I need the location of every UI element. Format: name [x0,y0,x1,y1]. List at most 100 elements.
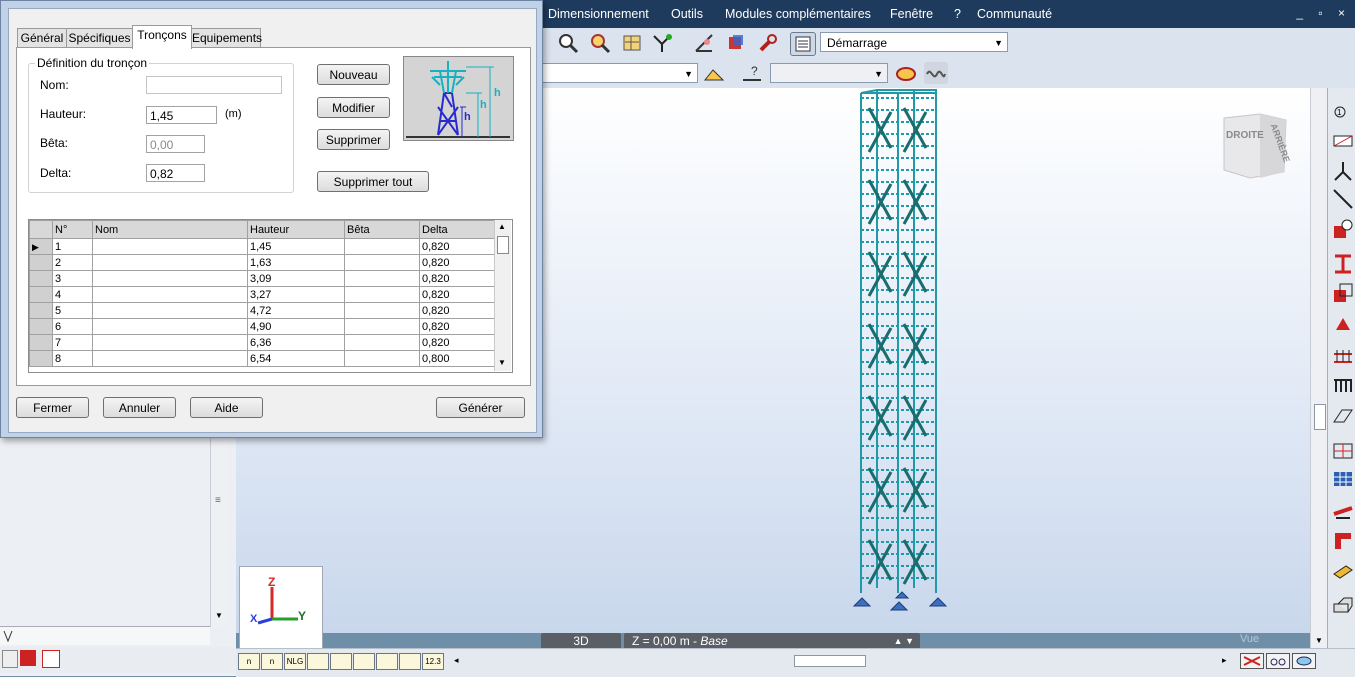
section-red-icon[interactable] [20,650,36,666]
grid-cell[interactable]: 1 [52,238,93,255]
grid-cell[interactable] [92,286,248,303]
properties-icon[interactable] [42,650,60,668]
grid-cell[interactable] [344,302,420,319]
supprimer-tout-button[interactable]: Supprimer tout [317,171,429,192]
layout-list-icon[interactable] [790,32,816,56]
display-bars-icon[interactable]: n [261,653,283,670]
cube-color-icon[interactable] [724,32,748,54]
wrench-icon[interactable] [756,32,780,54]
annuler-button[interactable]: Annuler [103,397,176,418]
layout-combo[interactable]: Démarrage ▼ [820,32,1008,52]
view-cube[interactable]: DROITE ARRIÈRE [1220,110,1292,180]
load-bars-icon[interactable] [1332,346,1354,368]
view-eye-icon[interactable] [1292,653,1316,669]
beta-field[interactable]: 0,00 [146,135,205,153]
grid-cell[interactable] [92,334,248,351]
grid-cell[interactable]: 6 [52,318,93,335]
display-nlg-icon[interactable]: NLG [284,653,306,670]
section-i-icon[interactable] [1332,253,1354,275]
results-icon[interactable] [894,62,918,84]
display-sections-icon[interactable] [353,653,375,670]
level-bar[interactable]: Z = 0,00 m - Base ▲ ▼ [624,633,920,649]
aide-button[interactable]: Aide [190,397,263,418]
left-panel-scrollbar[interactable]: ≡ ▼ [210,435,228,627]
planar-load-icon[interactable] [1332,404,1354,426]
display-panels-icon[interactable] [376,653,398,670]
beam-flag-icon[interactable] [1332,530,1354,552]
nom-field[interactable] [146,76,282,94]
menu-communaute[interactable]: Communauté [977,7,1052,21]
grid-cell[interactable] [92,318,248,335]
table-row[interactable]: 4 3,27 0,820 [29,286,497,303]
scroll-right-arrow-icon[interactable]: ▸ [1222,655,1227,666]
grid-cell[interactable]: 4 [52,286,93,303]
grid-cell[interactable]: 1,63 [247,254,345,271]
scroll-up-arrow-icon[interactable]: ▲ [498,222,506,231]
generer-button[interactable]: Générer [436,397,525,418]
table-row[interactable]: 3 3,09 0,820 [29,270,497,287]
table-row[interactable]: 2 1,63 0,820 [29,254,497,271]
grid-cell[interactable] [92,270,248,287]
grid-cell[interactable] [92,302,248,319]
grid-cell[interactable] [344,334,420,351]
table-row[interactable]: 8 6,54 0,800 [29,350,497,367]
grid-cell[interactable]: 0,820 [419,286,497,303]
row-selector[interactable] [29,302,53,319]
grid-cell[interactable]: 3,27 [247,286,345,303]
horizontal-scroll-thumb[interactable] [794,655,866,667]
display-supports-icon[interactable] [307,653,329,670]
view-cut-icon[interactable] [1240,653,1264,669]
grid-cell[interactable] [344,238,420,255]
row-selector[interactable] [29,270,53,287]
delta-field[interactable]: 0,82 [146,164,205,182]
grid-cell[interactable]: 3,09 [247,270,345,287]
grid-cell[interactable]: 8 [52,350,93,367]
table-row[interactable]: 7 6,36 0,820 [29,334,497,351]
grid-cell[interactable]: 5 [52,302,93,319]
grid-cell[interactable]: 0,820 [419,334,497,351]
selection-combo[interactable]: ▼ [540,63,698,83]
grid-structure-icon[interactable] [1332,440,1354,462]
row-selector[interactable] [29,350,53,367]
tab-general[interactable]: Général [17,28,67,48]
release-icon[interactable] [1332,218,1354,240]
bar-icon[interactable] [1332,188,1354,210]
bar-section-icon[interactable] [1332,130,1354,152]
combination-combo[interactable]: ▼ [770,63,888,83]
grid-col-beta[interactable]: Bêta [344,220,420,239]
grid-cell[interactable]: 7 [52,334,93,351]
troncons-grid[interactable]: N° Nom Hauteur Bêta Delta ▶ 1 1,45 0,820 2 1,… [28,219,513,373]
grid-cell[interactable] [92,238,248,255]
row-selector[interactable] [29,334,53,351]
scroll-left-arrow-icon[interactable]: ◂ [454,655,459,666]
grid-cell[interactable] [92,254,248,271]
grid-cell[interactable]: 1,45 [247,238,345,255]
grid-cell[interactable] [344,318,420,335]
grid-cell[interactable] [92,350,248,367]
grid-cell[interactable] [344,254,420,271]
scroll-down-arrow-icon[interactable]: ▼ [498,358,506,367]
table-row[interactable]: 5 4,72 0,820 [29,302,497,319]
window-controls[interactable]: _ ▫ × [1296,6,1351,20]
display-values-icon[interactable]: 12.3 [422,653,444,670]
grid-scroll-thumb[interactable] [497,236,509,254]
structure-view-icon[interactable] [620,32,644,54]
nouveau-button[interactable]: Nouveau [317,64,390,85]
grid-col-nom[interactable]: Nom [92,220,248,239]
tab-troncons[interactable]: Tronçons [132,25,192,49]
zoom-all-icon[interactable] [588,32,612,54]
display-loads-icon[interactable] [330,653,352,670]
table-icon[interactable] [1332,468,1354,490]
load-case-icon[interactable] [702,62,726,84]
tab-equipements[interactable]: Equipements [191,28,262,48]
menu-modules[interactable]: Modules complémentaires [725,7,871,21]
grid-cell[interactable]: 0,800 [419,350,497,367]
support-icon[interactable] [1332,160,1354,182]
display-nodes-icon[interactable]: n [238,653,260,670]
material-icon[interactable] [1332,282,1354,304]
grid-cell[interactable]: 0,820 [419,254,497,271]
deformation-icon[interactable] [924,62,948,84]
tab-specifiques[interactable]: Spécifiques [66,28,133,48]
grid-cell[interactable] [344,286,420,303]
zoom-window-icon[interactable] [556,32,580,54]
